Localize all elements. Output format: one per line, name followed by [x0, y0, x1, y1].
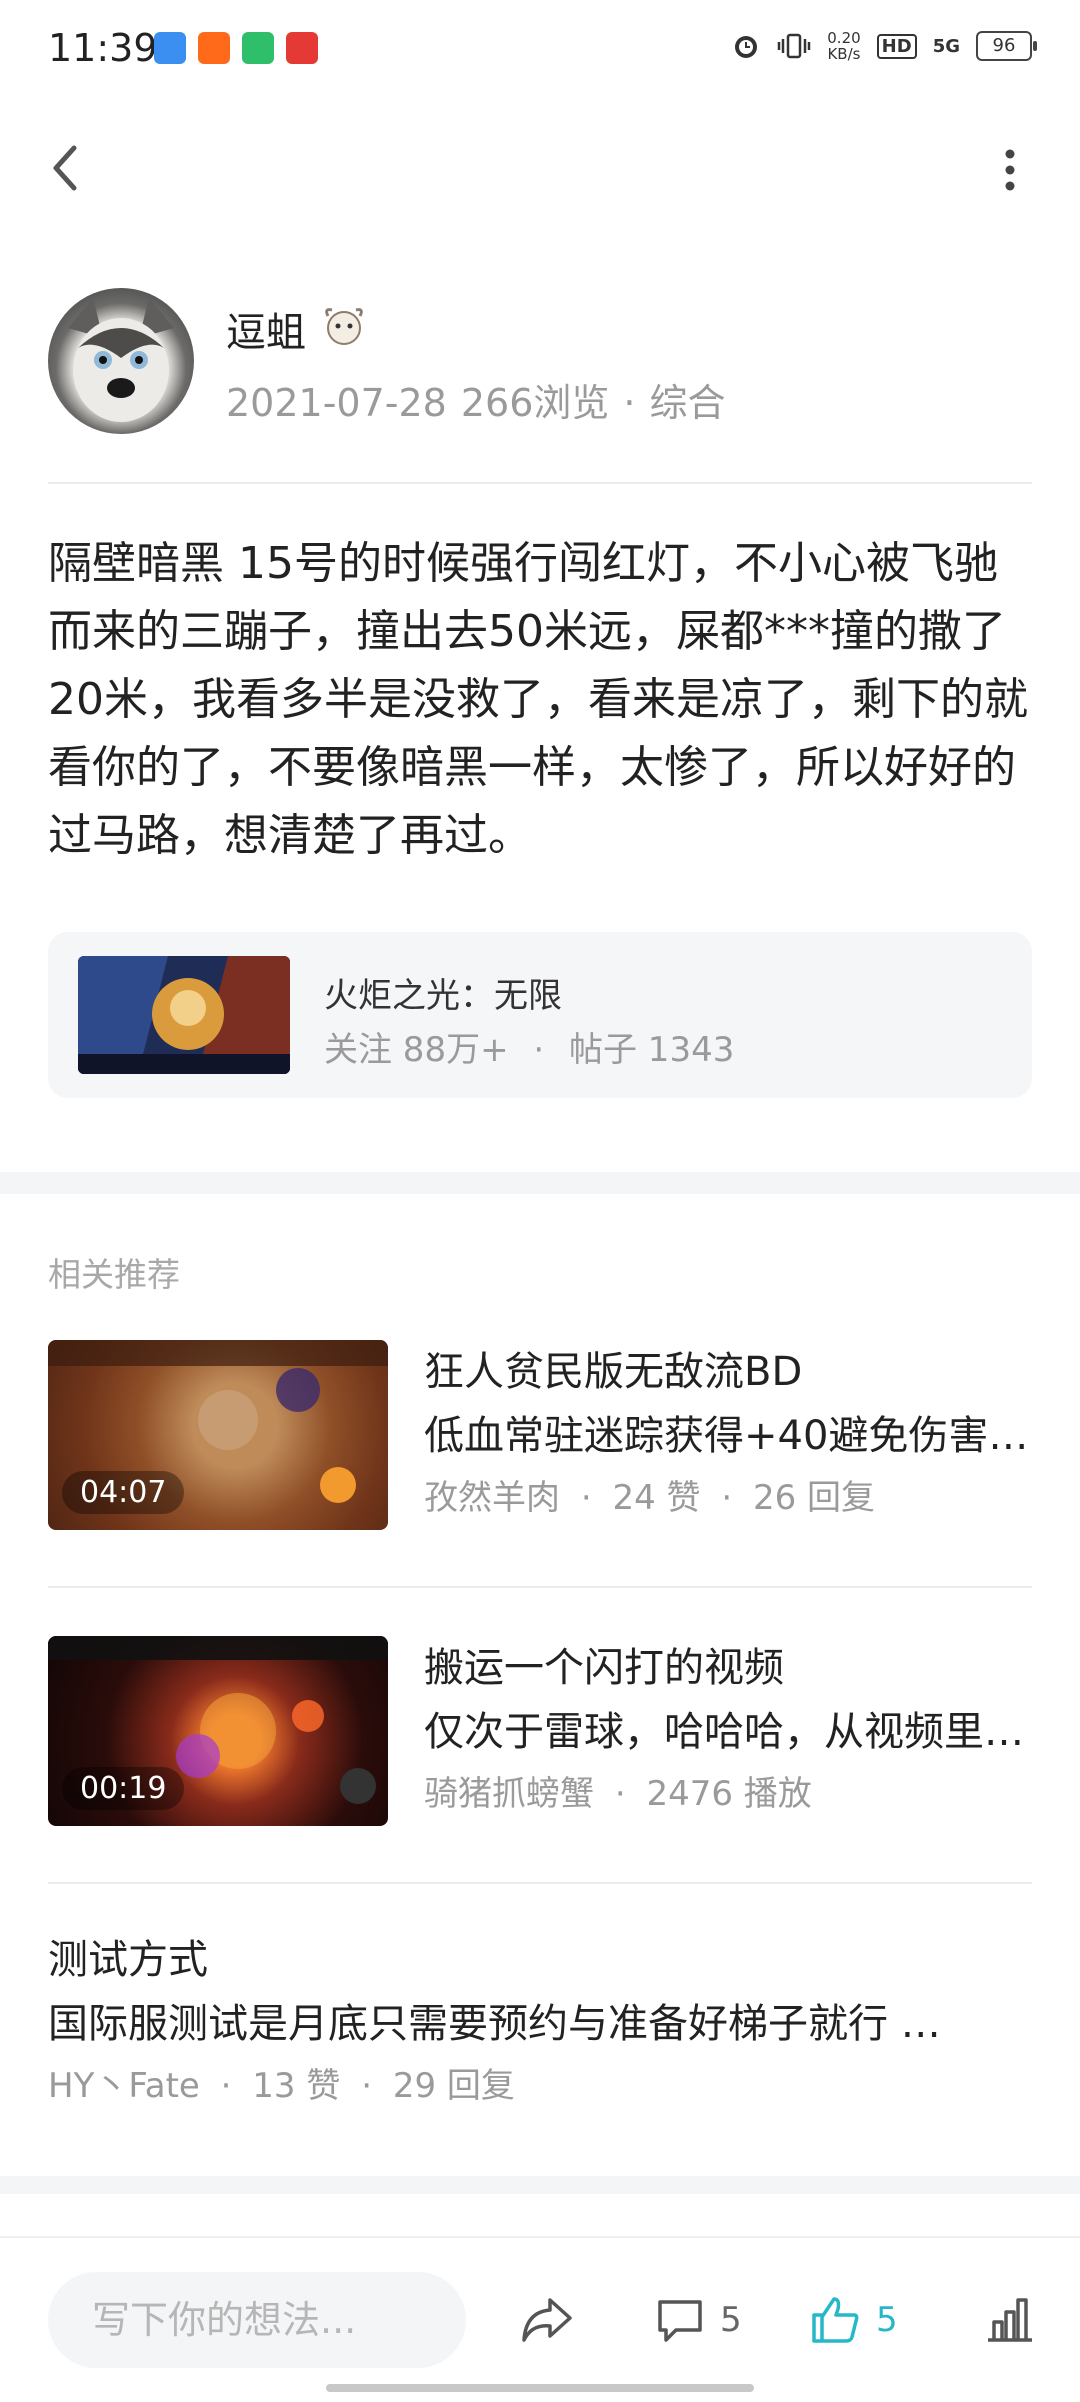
list-item[interactable]: 04:07 狂人贫民版无敌流BD 低血常驻迷踪获得+40避免伤害的BD 孜然羊肉… — [48, 1340, 1034, 1540]
sheep-badge-icon — [325, 308, 363, 345]
app-notification-icon — [286, 32, 318, 64]
share-icon — [522, 2298, 572, 2342]
comment-icon — [658, 2300, 702, 2342]
meta-separator: · — [614, 1774, 626, 1814]
rec-likes: 24 赞 — [612, 1478, 701, 1518]
meta-separator: · — [721, 1478, 733, 1518]
rec-author: HY丶Fate — [48, 2066, 200, 2106]
comment-button[interactable]: 5 — [654, 2290, 742, 2350]
rec-author: 骑猪抓螃蟹 — [424, 1774, 594, 1814]
post-date: 2021-07-28 — [226, 381, 447, 425]
avatar[interactable] — [48, 288, 194, 434]
rec-author: 孜然羊肉 — [424, 1478, 560, 1518]
hd-badge: HD — [876, 33, 917, 59]
app-notification-icon — [242, 32, 274, 64]
post-views: 266浏览 — [460, 381, 610, 425]
forum-followers: 关注 88万+ — [324, 1030, 509, 1070]
rec-meta: HY丶Fate · 13 赞 · 29 回复 — [48, 2056, 1032, 2116]
comment-count: 5 — [720, 2300, 742, 2340]
battery-icon: 96 — [976, 31, 1037, 61]
meta-separator: · — [361, 2066, 372, 2106]
signal-5g: 5G — [932, 35, 960, 57]
bar-chart-icon — [988, 2298, 1032, 2342]
post-meta: 2021-07-28 266浏览 · 综合 — [226, 372, 739, 427]
section-separator — [0, 2176, 1080, 2194]
post-category[interactable]: 综合 — [649, 381, 725, 425]
rec-replies: 29 回复 — [392, 2066, 515, 2106]
app-notification-icon — [154, 32, 186, 64]
meta-separator: · — [623, 381, 636, 425]
related-section-title: 相关推荐 — [48, 1255, 180, 1294]
forum-thumbnail — [78, 956, 290, 1074]
notification-icons — [154, 32, 318, 64]
vibrate-icon — [778, 33, 811, 59]
stats-button[interactable] — [984, 2290, 1036, 2350]
rec-text: 狂人贫民版无敌流BD 低血常驻迷踪获得+40避免伤害的BD 孜然羊肉 · 24 … — [424, 1340, 1034, 1528]
list-item[interactable]: 测试方式 国际服测试是月底只需要预约与准备好梯子就行 … HY丶Fate · 1… — [48, 1928, 1032, 2128]
rec-meta: 孜然羊肉 · 24 赞 · 26 回复 — [424, 1468, 1034, 1528]
rec-plays: 2476 播放 — [646, 1774, 812, 1814]
rec-title: 搬运一个闪打的视频 — [424, 1645, 784, 1691]
chevron-left-icon[interactable] — [40, 128, 100, 208]
video-duration: 04:07 — [62, 1471, 185, 1514]
bottom-action-bar: 写下你的想法... 5 5 — [0, 2236, 1080, 2402]
video-thumbnail: 00:19 — [48, 1636, 388, 1826]
forum-card[interactable]: 火炬之光：无限 关注 88万+ · 帖子 1343 — [48, 932, 1032, 1098]
home-indicator[interactable] — [326, 2384, 754, 2392]
like-count: 5 — [876, 2300, 898, 2340]
meta-separator: · — [220, 2066, 232, 2106]
rec-text: 搬运一个闪打的视频 仅次于雷球，哈哈哈，从视频里可以看到 骑猪抓螃蟹 · 247… — [424, 1636, 1034, 1824]
net-speed-unit: KB/s — [827, 45, 861, 63]
status-bar: 11:39 0.20 KB/s HD 5G 96 — [0, 0, 1080, 100]
meta-separator: · — [580, 1478, 592, 1518]
video-thumbnail: 04:07 — [48, 1340, 388, 1530]
husky-avatar-image — [68, 298, 174, 422]
rec-title: 测试方式 — [48, 1937, 208, 1983]
more-vertical-icon[interactable] — [1000, 140, 1020, 200]
divider — [48, 1586, 1032, 1588]
rec-subtitle: 仅次于雷球，哈哈哈，从视频里可以看到 — [424, 1709, 1034, 1755]
video-duration: 00:19 — [62, 1767, 185, 1810]
rec-likes: 13 赞 — [252, 2066, 341, 2106]
rec-subtitle: 低血常驻迷踪获得+40避免伤害的BD — [424, 1413, 1034, 1459]
app-notification-icon — [198, 32, 230, 64]
divider — [48, 482, 1032, 484]
status-time: 11:39 — [48, 26, 158, 70]
rec-subtitle: 国际服测试是月底只需要预约与准备好梯子就行 … — [48, 2001, 941, 2047]
divider — [48, 1882, 1032, 1884]
section-separator — [0, 1172, 1080, 1194]
forum-stats: 关注 88万+ · 帖子 1343 — [324, 1022, 734, 1071]
forum-posts: 帖子 1343 — [569, 1030, 735, 1070]
rec-title: 狂人贫民版无敌流BD — [424, 1349, 803, 1395]
list-item[interactable]: 00:19 搬运一个闪打的视频 仅次于雷球，哈哈哈，从视频里可以看到 骑猪抓螃蟹… — [48, 1636, 1034, 1836]
alarm-icon — [735, 36, 758, 58]
rec-meta: 骑猪抓螃蟹 · 2476 播放 — [424, 1764, 1034, 1824]
net-speed: 0.20 KB/s — [827, 30, 860, 62]
meta-separator: · — [533, 1030, 545, 1070]
comment-input[interactable]: 写下你的想法... — [48, 2272, 466, 2368]
like-button[interactable]: 5 — [808, 2290, 898, 2350]
share-button[interactable] — [518, 2290, 576, 2350]
forum-name: 火炬之光：无限 — [324, 976, 562, 1016]
rec-replies: 26 回复 — [752, 1478, 876, 1518]
thumbs-up-icon — [812, 2297, 859, 2343]
author-name[interactable]: 逗蛆 — [226, 300, 306, 358]
post-body: 隔壁暗黑 15号的时候强行闯红灯，不小心被飞驰而来的三蹦子，撞出去50米远，屎都… — [48, 538, 1028, 861]
net-speed-value: 0.20 — [827, 29, 861, 47]
status-right: 0.20 KB/s HD 5G 96 — [731, 30, 1037, 62]
